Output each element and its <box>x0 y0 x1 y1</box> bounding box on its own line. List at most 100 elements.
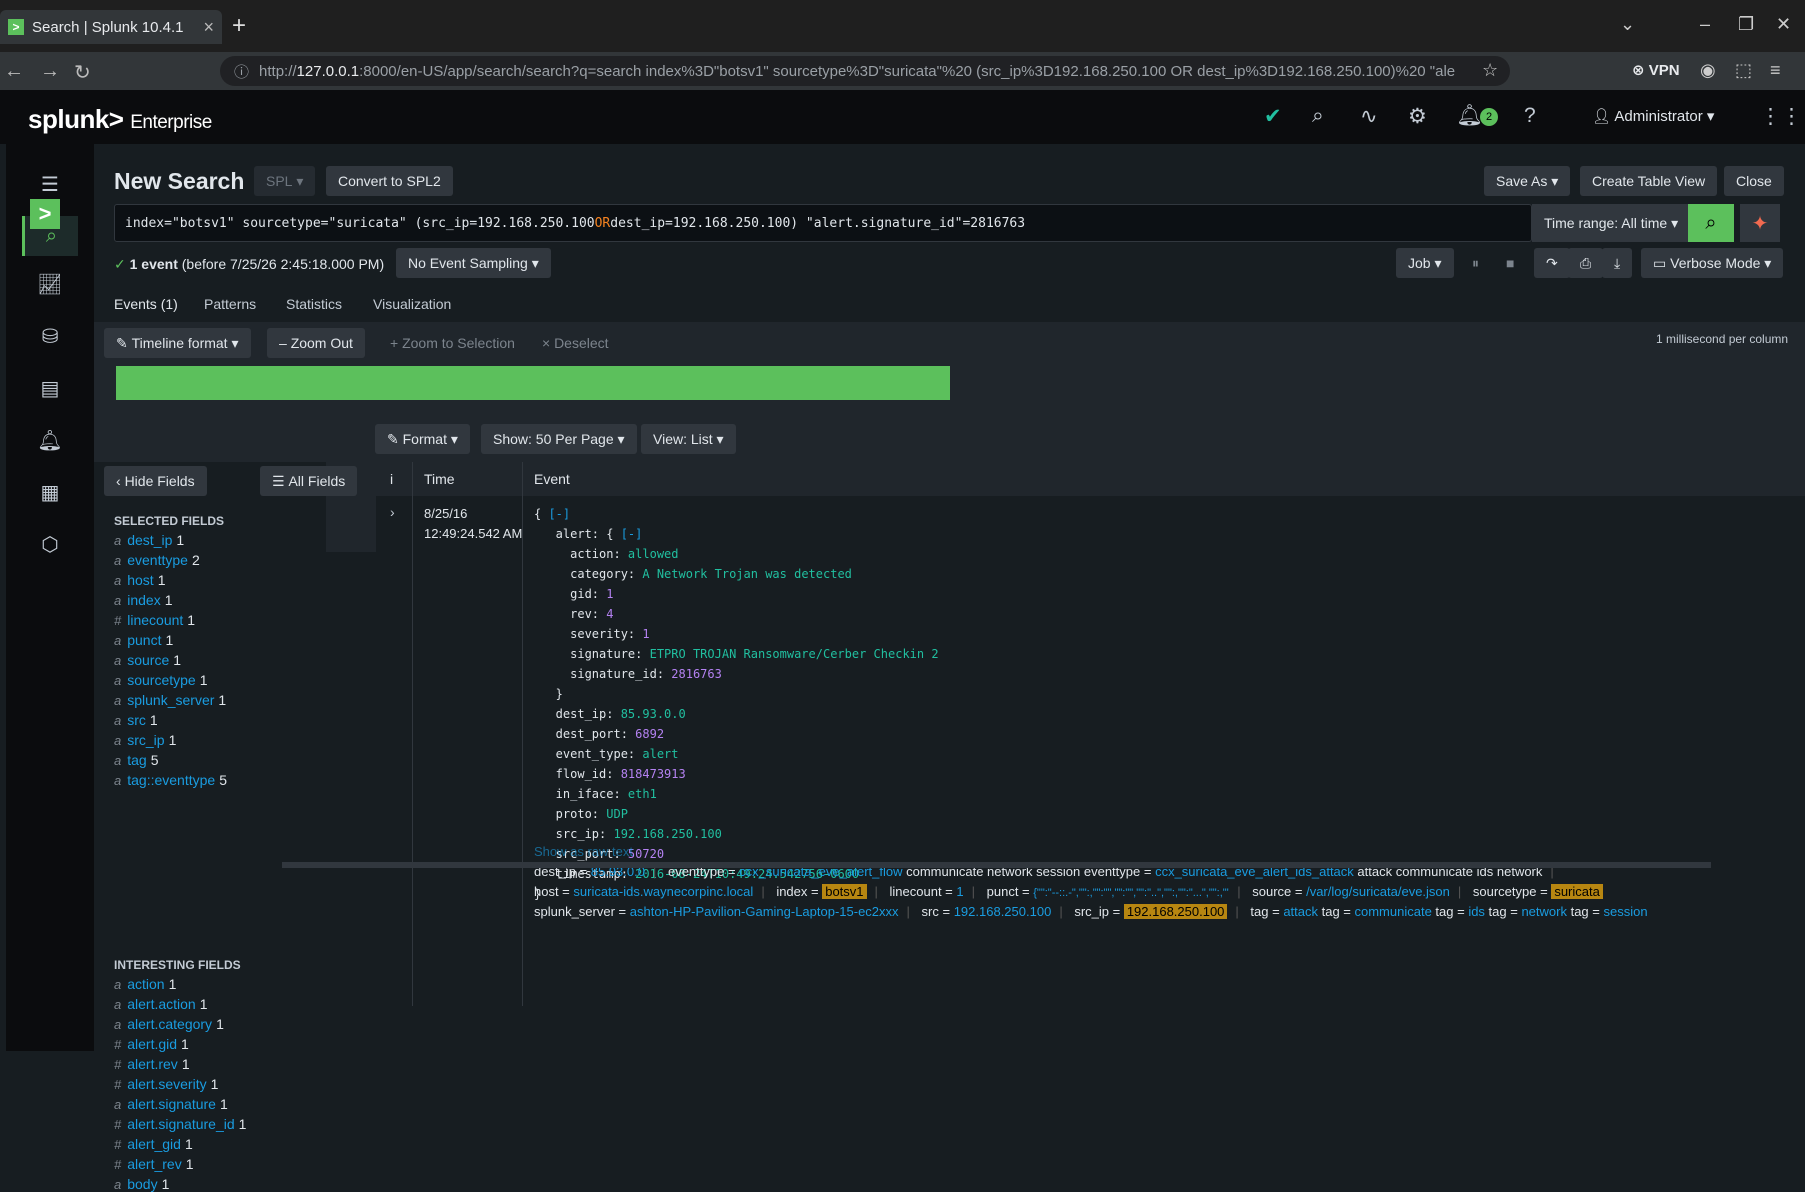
new-tab-icon[interactable]: + <box>232 12 246 40</box>
user-menu[interactable]: 👤︎ Administrator ▾ <box>1592 107 1714 125</box>
field-item[interactable]: a eventtype 2 <box>114 552 200 568</box>
close-tab-icon[interactable]: × <box>203 17 214 38</box>
splunk-logo[interactable]: splunk> Enterprise <box>28 104 212 135</box>
all-fields-button[interactable]: ☰ All Fields <box>260 466 358 496</box>
timeline-bar[interactable] <box>116 366 950 400</box>
search-mode-dropdown[interactable]: ▭ Verbose Mode ▾ <box>1641 248 1784 278</box>
view-dropdown[interactable]: View: List ▾ <box>641 424 736 454</box>
browser-tab[interactable]: > Search | Splunk 10.4.1 × <box>0 10 222 44</box>
field-name[interactable]: punct <box>127 632 161 648</box>
field-name[interactable]: alert.gid <box>127 1036 177 1052</box>
field-name[interactable]: index <box>127 592 160 608</box>
tab-statistics[interactable]: Statistics <box>286 296 342 312</box>
rail-datasets-icon[interactable]: ⛁ <box>22 316 78 356</box>
create-table-view-button[interactable]: Create Table View <box>1580 166 1718 196</box>
events-scrollbar[interactable] <box>282 862 1711 868</box>
field-name[interactable]: alert_rev <box>127 1156 181 1172</box>
ai-assistant-icon[interactable]: ✦ <box>1740 204 1780 242</box>
field-item[interactable]: a source 1 <box>114 652 181 668</box>
field-item[interactable]: a tag::eventtype 5 <box>114 772 227 788</box>
back-icon[interactable]: ← <box>4 60 24 83</box>
search-icon[interactable]: ⌕ <box>1312 104 1324 128</box>
pause-icon[interactable]: ⏸ <box>1460 248 1491 278</box>
hamburger-menu-icon[interactable]: ☰ <box>22 164 78 204</box>
bookmark-star-icon[interactable]: ☆ <box>1482 60 1498 81</box>
field-name[interactable]: eventtype <box>127 552 188 568</box>
export-icon[interactable]: ⤓ <box>1602 248 1633 278</box>
minimize-icon[interactable]: – <box>1700 14 1710 35</box>
search-submit-icon[interactable]: ⌕ <box>1688 204 1734 242</box>
field-name[interactable]: body <box>127 1176 157 1192</box>
job-dropdown[interactable]: Job ▾ <box>1396 248 1454 278</box>
settings-gear-icon[interactable]: ⚙ <box>1408 104 1427 129</box>
field-item[interactable]: # alert.gid 1 <box>114 1036 189 1052</box>
rail-analytics-icon[interactable]: 📈︎ <box>22 264 78 304</box>
notifications-bell-icon[interactable]: 🔔︎ <box>1456 104 1483 128</box>
field-item[interactable]: a alert.category 1 <box>114 1016 224 1032</box>
format-dropdown[interactable]: ✎ Format ▾ <box>375 424 470 454</box>
field-item[interactable]: a tag 5 <box>114 752 159 768</box>
restore-icon[interactable]: ❐ <box>1738 14 1754 35</box>
tab-visualization[interactable]: Visualization <box>373 296 451 312</box>
timeline-format-dropdown[interactable]: ✎ Timeline format ▾ <box>104 328 251 358</box>
field-name[interactable]: alert.action <box>127 996 195 1012</box>
apps-grid-icon[interactable]: ⋮⋮ <box>1760 104 1802 129</box>
window-close-icon[interactable]: ✕ <box>1776 14 1791 35</box>
field-item[interactable]: # alert_gid 1 <box>114 1136 193 1152</box>
forward-icon[interactable]: → <box>40 60 60 83</box>
close-button[interactable]: Close <box>1724 166 1784 196</box>
deselect-button[interactable]: × Deselect <box>530 328 621 358</box>
rail-dashboards-icon[interactable]: ▦ <box>22 472 78 512</box>
hide-fields-button[interactable]: ‹ Hide Fields <box>104 466 207 496</box>
browser-menu-icon[interactable]: ≡ <box>1770 60 1781 81</box>
field-name[interactable]: alert.rev <box>127 1056 178 1072</box>
field-item[interactable]: a dest_ip 1 <box>114 532 184 548</box>
time-range-picker[interactable]: Time range: All time ▾ <box>1532 204 1688 242</box>
health-ok-icon[interactable]: ✔ <box>1264 104 1282 129</box>
per-page-dropdown[interactable]: Show: 50 Per Page ▾ <box>481 424 637 454</box>
save-as-button[interactable]: Save As ▾ <box>1484 166 1571 196</box>
field-item[interactable]: a index 1 <box>114 592 173 608</box>
share-icon[interactable]: ↷ <box>1534 248 1570 278</box>
field-item[interactable]: a alert.signature 1 <box>114 1096 228 1112</box>
field-name[interactable]: tag <box>127 752 146 768</box>
tab-patterns[interactable]: Patterns <box>204 296 256 312</box>
field-name[interactable]: action <box>127 976 164 992</box>
rail-apps-icon[interactable]: ⬡ <box>22 524 78 564</box>
field-item[interactable]: a splunk_server 1 <box>114 692 226 708</box>
field-name[interactable]: sourcetype <box>127 672 195 688</box>
help-icon[interactable]: ? <box>1524 104 1536 128</box>
field-item[interactable]: a src 1 <box>114 712 158 728</box>
field-name[interactable]: src <box>127 712 146 728</box>
expand-row-icon[interactable]: › <box>390 504 395 520</box>
field-name[interactable]: tag::eventtype <box>127 772 215 788</box>
field-name[interactable]: alert.signature <box>127 1096 216 1112</box>
field-item[interactable]: # linecount 1 <box>114 612 195 628</box>
field-item[interactable]: a body 1 <box>114 1176 169 1192</box>
col-time[interactable]: Time <box>424 471 455 487</box>
field-item[interactable]: # alert.severity 1 <box>114 1076 218 1092</box>
reload-icon[interactable]: ↻ <box>74 60 91 85</box>
rail-alerts-icon[interactable]: 🔔︎ <box>22 420 78 460</box>
zoom-to-selection-button[interactable]: + Zoom to Selection <box>378 328 527 358</box>
field-name[interactable]: linecount <box>127 612 183 628</box>
field-item[interactable]: # alert.signature_id 1 <box>114 1116 246 1132</box>
app-logo-icon[interactable]: > <box>30 199 60 229</box>
field-name[interactable]: alert.category <box>127 1016 212 1032</box>
field-name[interactable]: dest_ip <box>127 532 172 548</box>
field-name[interactable]: alert_gid <box>127 1136 181 1152</box>
event-sampling-dropdown[interactable]: No Event Sampling ▾ <box>396 248 551 278</box>
url-input[interactable]: ⓘ http://127.0.0.1:8000/en-US/app/search… <box>220 56 1510 86</box>
field-item[interactable]: a punct 1 <box>114 632 173 648</box>
field-item[interactable]: # alert.rev 1 <box>114 1056 190 1072</box>
field-item[interactable]: a action 1 <box>114 976 176 992</box>
field-item[interactable]: # alert_rev 1 <box>114 1156 194 1172</box>
field-name[interactable]: src_ip <box>127 732 164 748</box>
tab-list-icon[interactable]: ⌄ <box>1620 14 1635 35</box>
field-name[interactable]: alert.signature_id <box>127 1116 234 1132</box>
spl-dropdown[interactable]: SPL ▾ <box>254 166 316 196</box>
field-item[interactable]: a sourcetype 1 <box>114 672 208 688</box>
field-item[interactable]: a host 1 <box>114 572 166 588</box>
tab-events[interactable]: Events (1) <box>114 296 178 325</box>
stop-icon[interactable]: ■ <box>1494 248 1526 278</box>
